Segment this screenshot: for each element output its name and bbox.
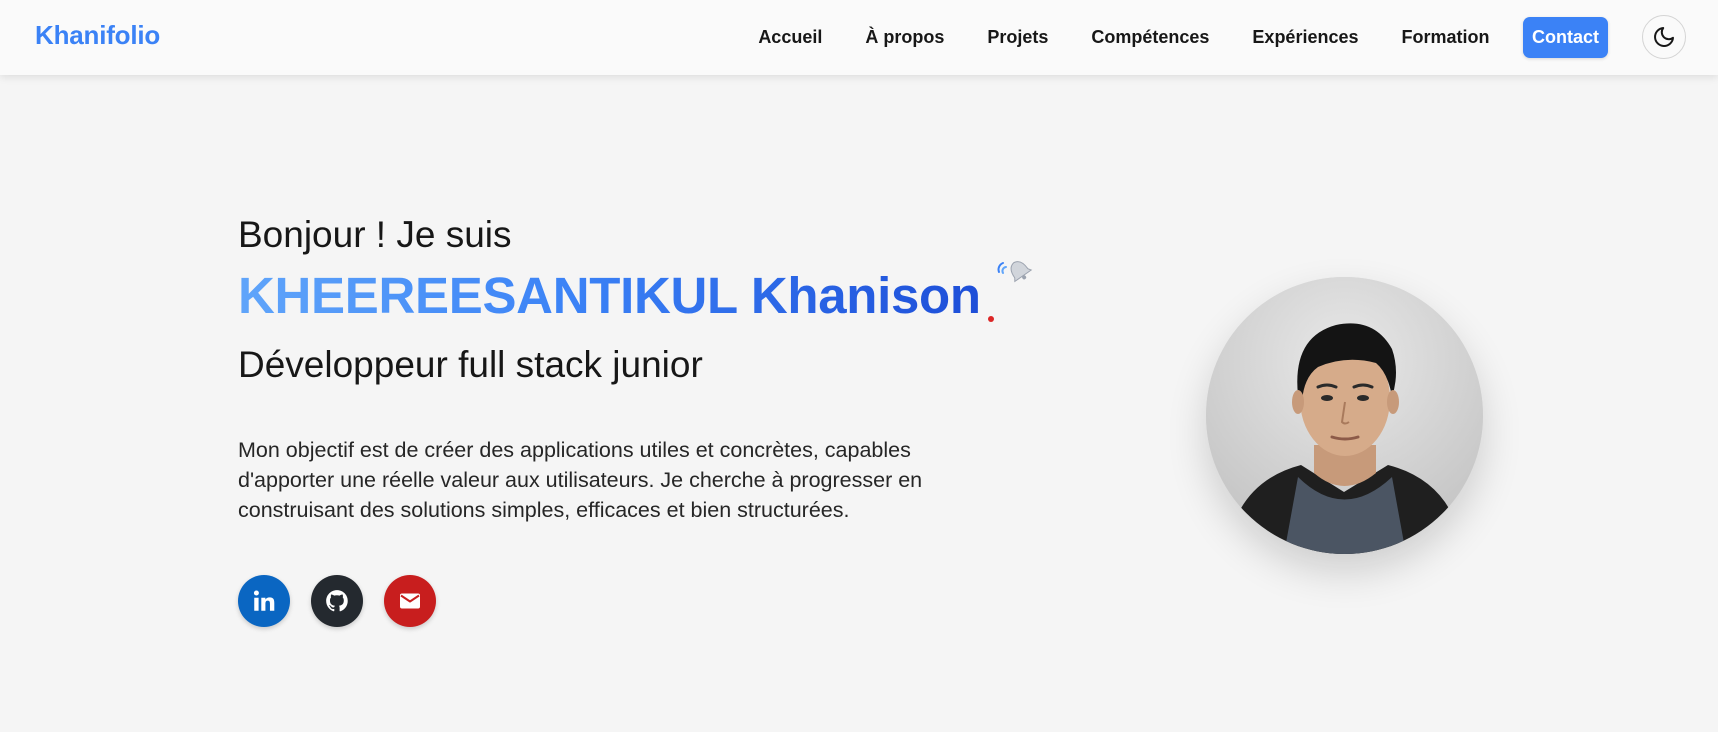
navbar: Khanifolio Accueil À propos Projets Comp…	[0, 0, 1718, 75]
email-icon	[400, 593, 420, 609]
moon-icon	[1654, 27, 1674, 47]
github-button[interactable]	[311, 575, 363, 627]
social-links	[238, 575, 436, 627]
bell-icon	[997, 261, 1033, 283]
hero-name-wrap: KHEEREESANTIKUL Khanison	[238, 261, 1033, 326]
github-icon	[326, 590, 348, 612]
linkedin-button[interactable]	[238, 575, 290, 627]
hero-description: Mon objectif est de créer des applicatio…	[238, 438, 923, 522]
nav-links: Accueil À propos Projets Compétences Exp…	[737, 0, 1608, 75]
nav-link-a-propos[interactable]: À propos	[844, 27, 966, 48]
profile-photo-illustration	[1206, 277, 1483, 554]
nav-link-formation[interactable]: Formation	[1380, 27, 1511, 48]
hero-name: KHEEREESANTIKUL Khanison	[238, 267, 981, 324]
theme-toggle-button[interactable]	[1642, 15, 1686, 59]
linkedin-icon	[253, 590, 275, 611]
hero-greeting: Bonjour ! Je suis	[238, 214, 512, 255]
email-button[interactable]	[384, 575, 436, 627]
cursor-dot	[988, 316, 994, 322]
nav-link-accueil[interactable]: Accueil	[737, 27, 844, 48]
brand-logo[interactable]: Khanifolio	[35, 20, 160, 51]
nav-link-projets[interactable]: Projets	[966, 27, 1070, 48]
hero-text: Bonjour ! Je suis KHEEREESANTIKUL Khanis…	[238, 212, 1033, 525]
profile-photo	[1206, 277, 1483, 554]
hero-role: Développeur full stack junior	[238, 344, 703, 385]
nav-link-experiences[interactable]: Expériences	[1231, 27, 1380, 48]
contact-button[interactable]: Contact	[1523, 17, 1608, 58]
nav-link-competences[interactable]: Compétences	[1070, 27, 1231, 48]
